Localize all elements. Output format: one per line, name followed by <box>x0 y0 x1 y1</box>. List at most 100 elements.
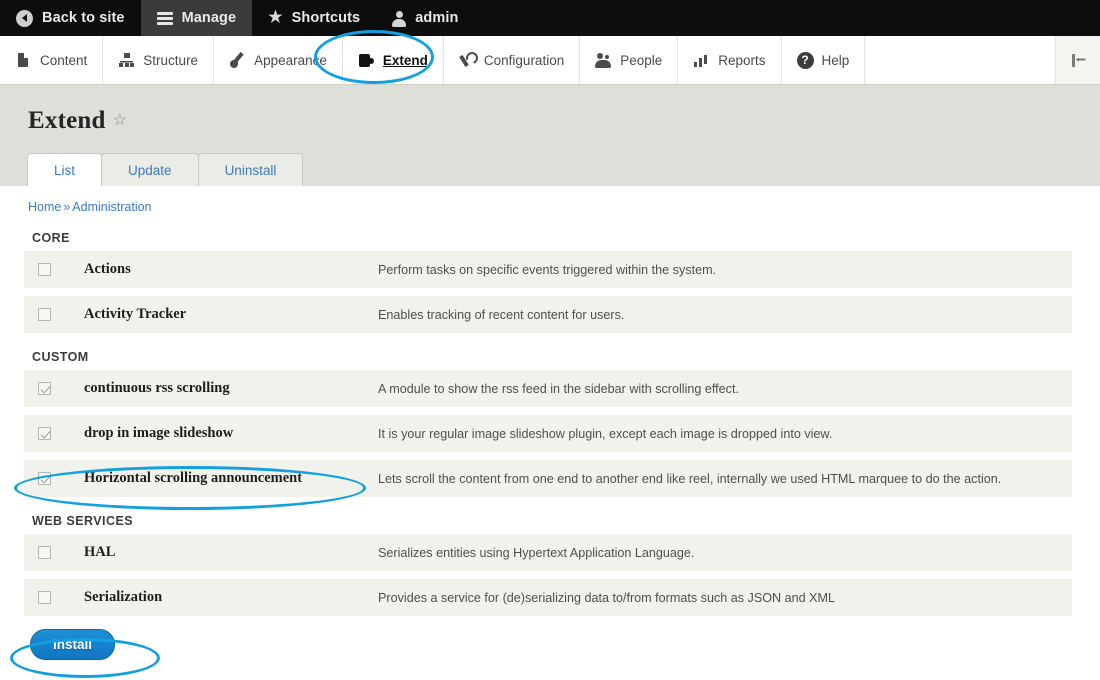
checkbox-cell <box>38 263 84 276</box>
back-arrow-icon <box>16 9 33 27</box>
module-description: A module to show the rss feed in the sid… <box>378 381 739 396</box>
nav-item-extend[interactable]: Extend <box>343 36 444 84</box>
wrench-icon <box>459 52 476 69</box>
nav-item-appearance[interactable]: Appearance <box>214 36 343 84</box>
module-name: continuous rss scrolling <box>84 380 230 396</box>
page-header: Extend ☆ List Update Uninstall <box>0 85 1100 186</box>
admin-nav: Content Structure Appearance Extend Conf… <box>0 36 1100 85</box>
adminbar-label-manage: Manage <box>181 10 237 26</box>
tab-label-update: Update <box>128 162 172 178</box>
adminbar-item-back-to-site[interactable]: Back to site <box>0 0 141 36</box>
collapse-toolbar-button[interactable] <box>1056 36 1100 84</box>
module-description: Perform tasks on specific events trigger… <box>378 262 717 277</box>
document-icon <box>15 52 32 69</box>
star-icon: ★ <box>268 9 283 26</box>
module-group-custom: continuous rss scrolling A module to sho… <box>24 370 1072 497</box>
nav-item-configuration[interactable]: Configuration <box>444 36 581 84</box>
page-tabs: List Update Uninstall <box>27 153 1100 186</box>
adminbar-item-manage[interactable]: Manage <box>140 0 253 36</box>
form-actions: Install <box>30 629 1100 660</box>
nav-label-help: Help <box>821 52 850 68</box>
tab-uninstall[interactable]: Uninstall <box>197 153 304 186</box>
nav-item-help[interactable]: Help <box>782 36 866 84</box>
breadcrumb-separator: » <box>63 200 71 214</box>
nav-label-configuration: Configuration <box>483 52 565 68</box>
tab-list[interactable]: List <box>27 153 103 186</box>
module-name: Horizontal scrolling announcement <box>84 470 303 486</box>
module-checkbox-actions[interactable] <box>38 263 51 276</box>
nav-label-appearance: Appearance <box>254 52 327 68</box>
nav-spacer <box>865 36 1056 84</box>
module-checkbox-hal[interactable] <box>38 546 51 559</box>
paintbrush-icon <box>229 52 246 69</box>
nav-label-extend: Extend <box>382 52 428 68</box>
module-name: Serialization <box>84 589 163 605</box>
module-checkbox-horizontal-scrolling-announcement[interactable] <box>38 472 51 485</box>
bar-chart-icon <box>693 52 710 69</box>
module-description: Serializes entities using Hypertext Appl… <box>378 545 695 560</box>
table-row: Horizontal scrolling announcement Lets s… <box>24 460 1072 497</box>
module-checkbox-continuous-rss-scrolling[interactable] <box>38 382 51 395</box>
checkbox-cell <box>38 472 84 485</box>
module-checkbox-serialization[interactable] <box>38 591 51 604</box>
nav-item-people[interactable]: People <box>580 36 679 84</box>
page-title: Extend <box>28 107 106 134</box>
module-description: Provides a service for (de)serializing d… <box>378 590 836 605</box>
adminbar-item-shortcuts[interactable]: ★ Shortcuts <box>252 0 376 36</box>
adminbar-item-admin-user[interactable]: admin <box>376 0 474 36</box>
nav-label-content: Content <box>40 52 88 68</box>
breadcrumb-item-administration[interactable]: Administration <box>72 200 151 214</box>
module-description: Lets scroll the content from one end to … <box>378 471 1002 486</box>
module-name: Activity Tracker <box>84 306 187 322</box>
table-row: Actions Perform tasks on specific events… <box>24 251 1072 288</box>
tab-label-uninstall: Uninstall <box>224 162 277 178</box>
checkbox-cell <box>38 546 84 559</box>
group-title-core: CORE <box>32 231 70 245</box>
nav-label-people: People <box>620 52 663 68</box>
structure-icon <box>118 52 135 69</box>
admin-toolbar: Back to site Manage ★ Shortcuts admin <box>0 0 1100 36</box>
table-row: Serialization Provides a service for (de… <box>24 579 1072 616</box>
breadcrumb-item-home[interactable]: Home <box>28 200 61 214</box>
checkbox-cell <box>38 308 84 321</box>
nav-item-content[interactable]: Content <box>0 36 104 84</box>
breadcrumb: Home» Administration <box>0 186 1100 214</box>
nav-label-reports: Reports <box>718 52 766 68</box>
nav-label-structure: Structure <box>143 52 199 68</box>
module-group-web-services: HAL Serializes entities using Hypertext … <box>24 534 1072 616</box>
table-row: HAL Serializes entities using Hypertext … <box>24 534 1072 571</box>
adminbar-label-admin: admin <box>415 10 459 26</box>
adminbar-label-back-to-site: Back to site <box>42 10 125 26</box>
checkbox-cell <box>38 591 84 604</box>
nav-item-reports[interactable]: Reports <box>678 36 782 84</box>
module-description: It is your regular image slideshow plugi… <box>378 426 833 441</box>
table-row: continuous rss scrolling A module to sho… <box>24 370 1072 407</box>
group-title-custom: CUSTOM <box>32 350 89 364</box>
user-icon <box>392 10 407 27</box>
module-name: HAL <box>84 544 116 560</box>
group-title-web-services: WEB SERVICES <box>32 514 134 528</box>
install-button[interactable]: Install <box>30 629 116 660</box>
people-icon <box>595 52 612 69</box>
module-checkbox-activity-tracker[interactable] <box>38 308 51 321</box>
collapse-sidebar-icon <box>1070 52 1087 69</box>
star-outline-icon[interactable]: ☆ <box>113 110 127 130</box>
nav-item-structure[interactable]: Structure <box>103 36 215 84</box>
module-name: Actions <box>84 261 131 277</box>
checkbox-cell <box>38 427 84 440</box>
table-row: drop in image slideshow It is your regul… <box>24 415 1072 452</box>
main-content: Home» Administration CORE Actions Perform… <box>0 186 1100 660</box>
puzzle-piece-icon <box>358 52 375 69</box>
module-checkbox-drop-in-image-slideshow[interactable] <box>38 427 51 440</box>
table-row: Activity Tracker Enables tracking of rec… <box>24 296 1072 333</box>
module-description: Enables tracking of recent content for u… <box>378 307 625 322</box>
question-mark-circle-icon <box>796 51 814 69</box>
hamburger-menu-icon <box>156 11 173 25</box>
tab-label-list: List <box>54 162 76 178</box>
extend-page: Back to site Manage ★ Shortcuts admin Co… <box>0 0 1100 680</box>
adminbar-label-shortcuts: Shortcuts <box>291 10 361 26</box>
module-name: drop in image slideshow <box>84 425 234 441</box>
module-group-core: Actions Perform tasks on specific events… <box>24 251 1072 333</box>
checkbox-cell <box>38 382 84 395</box>
tab-update[interactable]: Update <box>101 153 199 186</box>
